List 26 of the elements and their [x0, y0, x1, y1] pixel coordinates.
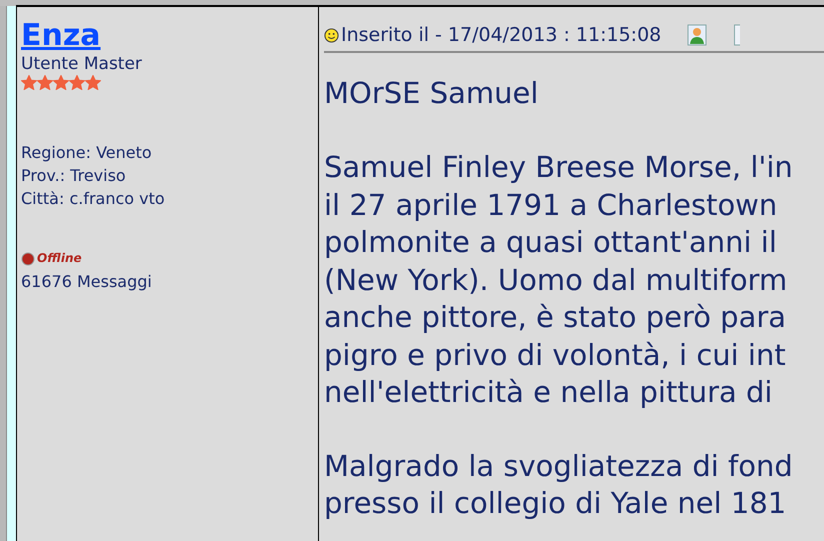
profile-icon[interactable]: [687, 24, 708, 46]
post-body-line: presso il collegio di Yale nel 181: [324, 485, 786, 522]
post-body-line: (New York). Uomo dal multiform: [324, 262, 788, 298]
post-body-line: Malgrado la svogliatezza di fond: [324, 448, 793, 484]
post-date: Inserito il - 17/04/2013 : 11:15:08: [341, 22, 662, 48]
user-name-link[interactable]: Enza: [21, 19, 101, 53]
location-text: Città: c.franco vto: [21, 188, 165, 210]
post-body-line: anche pittore, è stato però para: [324, 299, 786, 336]
star-icon: [69, 75, 85, 90]
star-icon: [85, 75, 101, 90]
post-title: MOrSE Samuel: [324, 75, 538, 112]
post-count: 61676 Messaggi: [21, 271, 152, 293]
smiley-icon: [324, 28, 339, 42]
user-rank: Utente Master: [21, 53, 142, 75]
star-icon: [21, 75, 37, 90]
document-icon[interactable]: [734, 24, 740, 46]
post-body-line: il 27 aprile 1791 a Charlestown: [324, 186, 778, 224]
post-body-line: pigro e privo di volontà, i cui int: [324, 336, 786, 374]
location-text: Prov.: Treviso: [21, 165, 126, 187]
star-icon: [53, 75, 69, 90]
post-body-line: nell'elettricità e nella pittura di: [324, 374, 772, 411]
location-text: Regione: Veneto: [21, 142, 152, 164]
post-body-line: polmonite a quasi ottant'anni il: [324, 224, 777, 261]
status-text: Offline: [37, 250, 82, 267]
star-icon: [37, 75, 53, 90]
post-body-line: Samuel Finley Breese Morse, l'in: [324, 149, 793, 186]
